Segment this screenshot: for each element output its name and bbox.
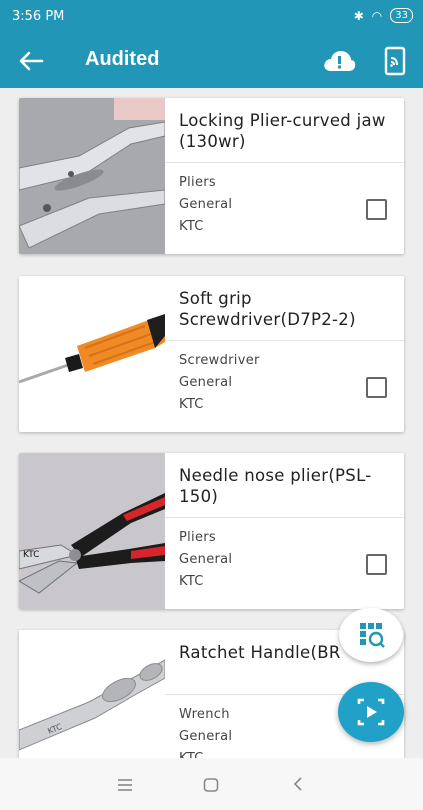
divider	[165, 162, 404, 163]
item-card[interactable]: Soft grip Screwdriver(D7P2-2) Screwdrive…	[19, 276, 404, 432]
screwdriver-image	[19, 276, 165, 432]
cloud-alert-icon[interactable]	[322, 48, 356, 74]
item-type: General	[179, 729, 233, 744]
home-icon[interactable]	[203, 778, 219, 792]
status-time: 3:56 PM	[12, 9, 65, 24]
divider	[165, 517, 404, 518]
app-bar: Audited	[0, 34, 423, 88]
qr-scan-icon	[360, 623, 385, 648]
bluetooth-icon: ✱	[353, 8, 364, 23]
item-category: Screwdriver	[179, 353, 260, 368]
item-meta: Wrench General KTC	[179, 704, 232, 758]
item-title: Soft grip Screwdriver(D7P2-2)	[179, 289, 356, 329]
status-bar: 3:56 PM ✱ ◠ 33	[0, 0, 423, 34]
needle-nose-plier-image: KTC	[19, 453, 165, 609]
system-nav-bar	[0, 758, 423, 810]
svg-text:KTC: KTC	[23, 550, 39, 560]
item-category: Pliers	[179, 175, 216, 190]
item-brand: KTC	[179, 219, 204, 234]
locking-plier-image	[19, 98, 165, 254]
back-arrow-icon[interactable]	[16, 47, 46, 75]
divider	[165, 340, 404, 341]
item-card[interactable]: KTC Needle nose plier(PSL-150) Pliers Ge…	[19, 453, 404, 609]
nfc-device-icon[interactable]	[384, 46, 406, 76]
item-type: General	[179, 552, 233, 567]
ratchet-handle-image: KTC	[19, 630, 165, 758]
item-category: Wrench	[179, 707, 230, 722]
scan-qr-fab[interactable]	[339, 608, 403, 662]
battery-level: 33	[395, 10, 408, 21]
item-brand: KTC	[179, 748, 232, 758]
item-title: Needle nose plier(PSL-150)	[179, 466, 372, 506]
item-checkbox[interactable]	[366, 199, 387, 220]
status-icons: ✱ ◠ 33	[354, 8, 413, 23]
scan-frame-icon	[357, 698, 385, 726]
item-card[interactable]: Locking Plier-curved jaw (130wr) Pliers …	[19, 98, 404, 254]
page-title: Audited	[85, 48, 160, 70]
item-brand: KTC	[179, 574, 204, 589]
item-checkbox[interactable]	[366, 554, 387, 575]
system-back-icon[interactable]	[292, 776, 304, 792]
item-checkbox[interactable]	[366, 377, 387, 398]
scan-fab[interactable]	[338, 682, 404, 742]
item-category: Pliers	[179, 530, 216, 545]
item-type: General	[179, 375, 233, 390]
item-title: Locking Plier-curved jaw (130wr)	[179, 111, 386, 151]
item-type: General	[179, 197, 233, 212]
battery-icon: 33	[390, 8, 413, 23]
item-brand: KTC	[179, 397, 204, 412]
item-meta: Screwdriver General KTC	[179, 350, 260, 416]
recent-apps-icon[interactable]	[117, 778, 133, 792]
item-meta: Pliers General KTC	[179, 527, 232, 593]
wifi-icon: ◠	[371, 8, 383, 23]
item-meta: Pliers General KTC	[179, 172, 232, 238]
